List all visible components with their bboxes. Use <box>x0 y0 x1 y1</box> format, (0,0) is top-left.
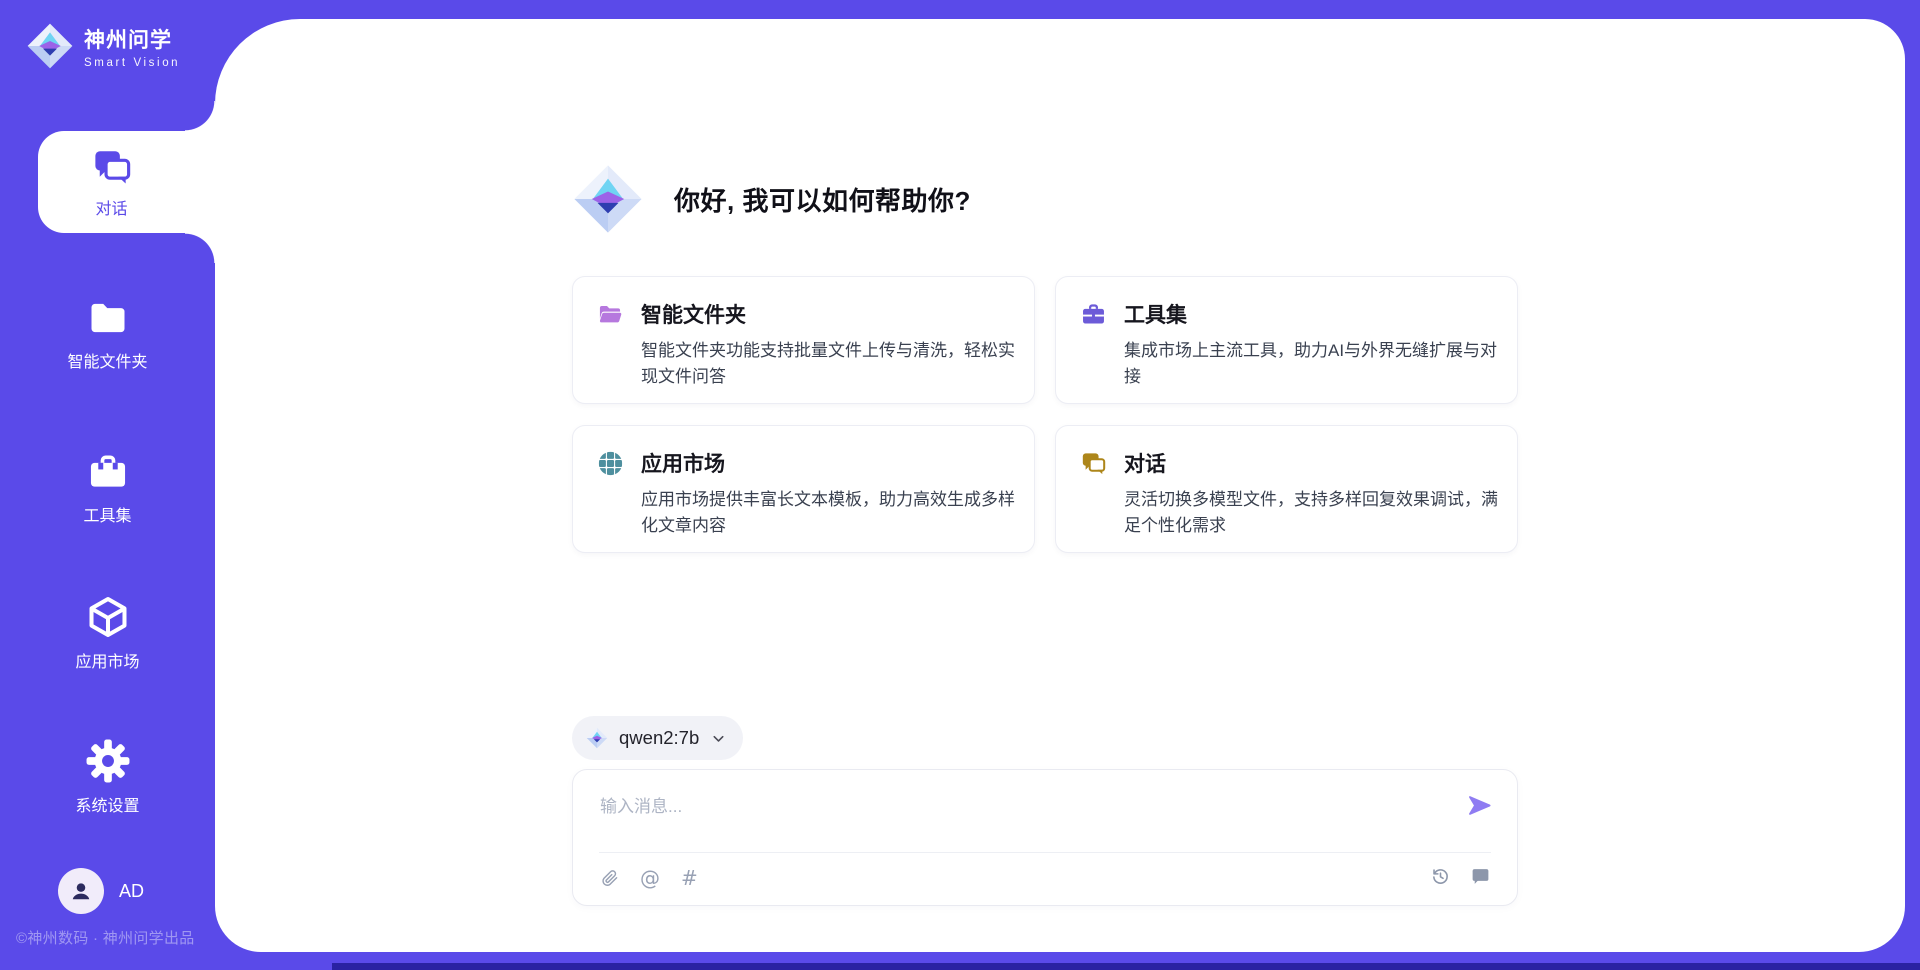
footer-credit: ©神州数码 · 神州问学出品 <box>16 927 195 948</box>
sidebar-item-app-market[interactable]: 应用市场 <box>0 594 215 672</box>
card-toolset[interactable]: 工具集 集成市场上主流工具，助力AI与外界无缝扩展与对接 <box>1055 276 1518 404</box>
message-composer: @ # <box>572 769 1518 906</box>
bottom-edge-strip <box>332 963 1920 970</box>
sidebar-item-label: 智能文件夹 <box>67 348 147 372</box>
sidebar-item-toolset[interactable]: 工具集 <box>0 450 215 526</box>
greeting-logo-icon <box>572 163 644 235</box>
attach-button[interactable] <box>600 869 619 888</box>
brand-logo-icon <box>26 22 74 70</box>
greeting-title: 你好, 我可以如何帮助你? <box>674 181 971 218</box>
feature-cards: 智能文件夹 智能文件夹功能支持批量文件上传与清洗，轻松实现文件问答 工具集 集成… <box>572 276 1518 553</box>
send-button[interactable] <box>1466 792 1493 822</box>
brand-name: 神州问学 <box>84 24 180 54</box>
folder-icon <box>86 296 130 340</box>
sidebar-item-label: 工具集 <box>83 502 131 526</box>
model-logo-icon <box>586 727 608 749</box>
folder-open-icon <box>597 301 624 328</box>
user-name: AD <box>119 881 144 902</box>
send-icon <box>1466 792 1493 819</box>
brand-logo: 神州问学 Smart Vision <box>26 22 180 70</box>
history-icon <box>1430 866 1451 887</box>
card-description: 灵活切换多模型文件，支持多样回复效果调试，满足个性化需求 <box>1124 487 1501 538</box>
model-selector[interactable]: qwen2:7b <box>572 716 743 760</box>
card-title: 对话 <box>1124 448 1166 478</box>
topic-button[interactable]: # <box>681 866 698 890</box>
composer-tools-right <box>1430 866 1491 887</box>
cube-icon <box>85 594 131 640</box>
mention-button[interactable]: @ <box>640 866 660 890</box>
card-title: 智能文件夹 <box>641 299 746 329</box>
at-icon: @ <box>640 866 660 890</box>
sidebar-item-label: 对话 <box>95 195 127 219</box>
card-description: 应用市场提供丰富长文本模板，助力高效生成多样化文章内容 <box>641 487 1018 538</box>
card-chat[interactable]: 对话 灵活切换多模型文件，支持多样回复效果调试，满足个性化需求 <box>1055 425 1518 553</box>
composer-divider <box>599 852 1491 853</box>
gear-icon <box>85 738 131 784</box>
main-panel: 你好, 我可以如何帮助你? 智能文件夹 智能文件夹功能支持批量文件上传与清洗，轻… <box>215 19 1905 952</box>
chevron-down-icon <box>710 730 727 747</box>
brand-subtitle: Smart Vision <box>84 57 180 69</box>
app-grid-icon <box>597 450 624 477</box>
card-title: 工具集 <box>1124 299 1187 329</box>
sidebar-item-smart-folder[interactable]: 智能文件夹 <box>0 296 215 372</box>
card-description: 集成市场上主流工具，助力AI与外界无缝扩展与对接 <box>1124 338 1501 389</box>
app-root: 你好, 我可以如何帮助你? 智能文件夹 智能文件夹功能支持批量文件上传与清洗，轻… <box>0 0 1920 970</box>
message-input[interactable] <box>600 792 1430 844</box>
chat-bubble-icon <box>1470 866 1491 887</box>
composer-tools-left: @ # <box>600 866 698 890</box>
sidebar-item-label: 应用市场 <box>75 648 139 672</box>
hash-icon: # <box>681 866 698 890</box>
main-column: 你好, 我可以如何帮助你? 智能文件夹 智能文件夹功能支持批量文件上传与清洗，轻… <box>572 19 1518 952</box>
briefcase-icon <box>1080 301 1107 328</box>
card-app-market[interactable]: 应用市场 应用市场提供丰富长文本模板，助力高效生成多样化文章内容 <box>572 425 1035 553</box>
person-icon <box>66 876 96 906</box>
model-name: qwen2:7b <box>619 727 699 749</box>
card-title: 应用市场 <box>641 448 725 478</box>
chat-icon <box>91 146 133 188</box>
history-button[interactable] <box>1430 866 1451 887</box>
sidebar-item-settings[interactable]: 系统设置 <box>0 738 215 816</box>
card-smart-folder[interactable]: 智能文件夹 智能文件夹功能支持批量文件上传与清洗，轻松实现文件问答 <box>572 276 1035 404</box>
quick-reply-button[interactable] <box>1470 866 1491 887</box>
card-description: 智能文件夹功能支持批量文件上传与清洗，轻松实现文件问答 <box>641 338 1018 389</box>
greeting-block: 你好, 我可以如何帮助你? <box>572 163 971 235</box>
paperclip-icon <box>600 869 619 888</box>
avatar <box>58 868 104 914</box>
sidebar-item-chat[interactable]: 对话 <box>38 131 215 233</box>
briefcase-icon <box>86 450 130 494</box>
user-avatar-block[interactable]: AD <box>58 868 144 914</box>
chat-bubbles-icon <box>1080 450 1107 477</box>
sidebar-item-label: 系统设置 <box>75 792 139 816</box>
